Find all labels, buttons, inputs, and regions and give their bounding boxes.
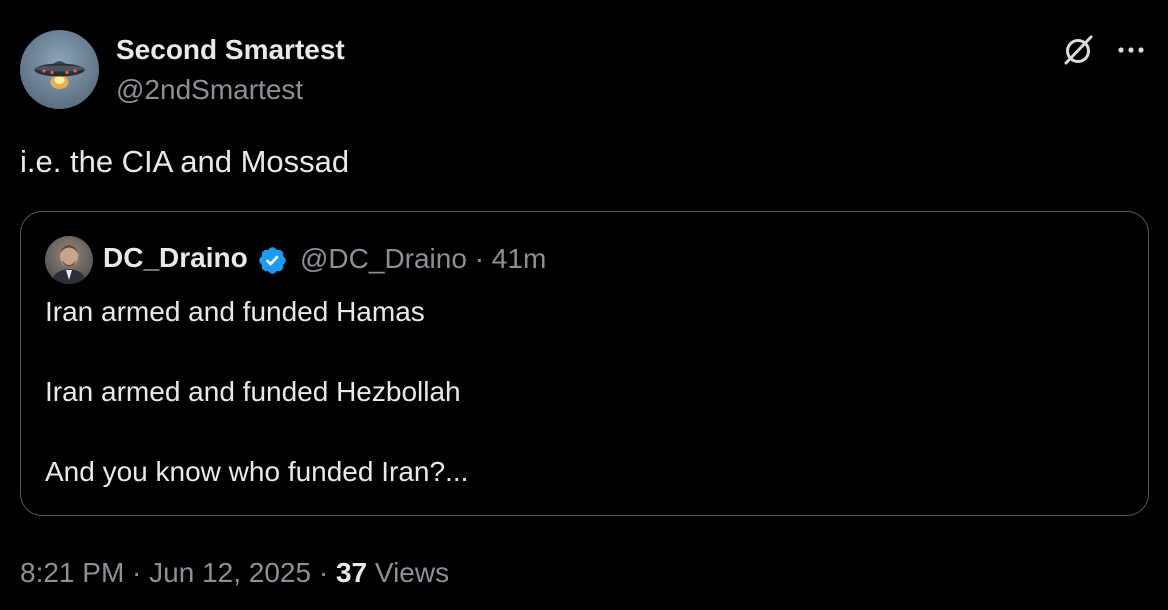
verified-badge-icon xyxy=(257,245,288,276)
author-avatar[interactable] xyxy=(20,30,99,109)
quoted-author-name[interactable]: DC_Draino xyxy=(103,242,248,274)
quoted-author-avatar[interactable] xyxy=(45,236,93,284)
tweet-text: i.e. the CIA and Mossad xyxy=(20,144,350,179)
tweet: Second Smartest @2ndSmartest i.e. the CI… xyxy=(0,0,1168,610)
timestamp-row: 8:21 PM · Jun 12, 2025 · 37 Views xyxy=(20,557,449,589)
timestamp[interactable]: 8:21 PM · Jun 12, 2025 · xyxy=(20,557,336,588)
quoted-handle-and-time[interactable]: @DC_Draino · 41m xyxy=(300,243,546,275)
author-name[interactable]: Second Smartest xyxy=(116,34,345,66)
more-horizontal-icon[interactable] xyxy=(1115,40,1147,60)
quoted-text-line: Iran armed and funded Hezbollah xyxy=(45,376,461,407)
author-handle[interactable]: @2ndSmartest xyxy=(116,74,303,106)
quoted-text-line: Iran armed and funded Hamas xyxy=(45,296,425,327)
views-label: Views xyxy=(367,557,450,588)
quoted-tweet-card[interactable]: DC_Draino @DC_Draino · 41m Iran armed an… xyxy=(20,211,1149,516)
views-count: 37 xyxy=(335,557,368,588)
quoted-text-line: And you know who funded Iran?... xyxy=(45,456,469,487)
grok-icon[interactable] xyxy=(1062,33,1096,67)
